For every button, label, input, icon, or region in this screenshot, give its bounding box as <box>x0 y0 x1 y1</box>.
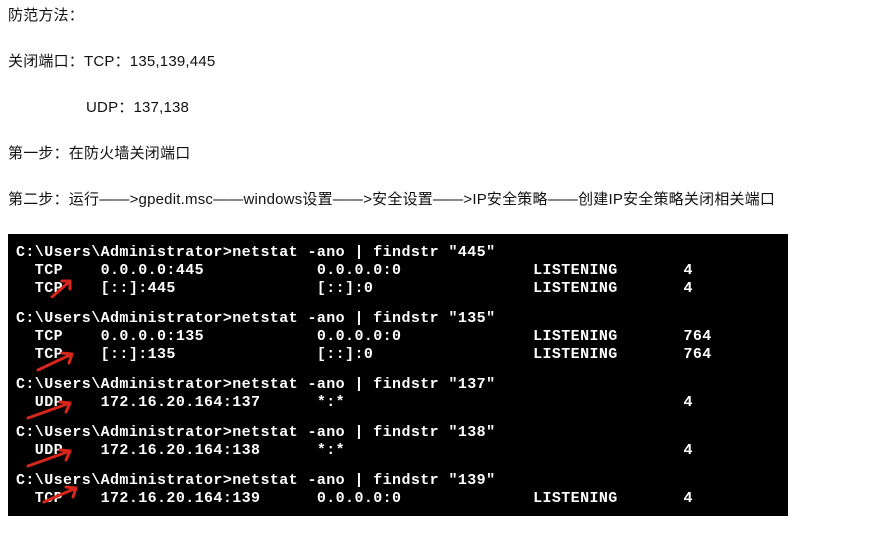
terminal-block-139: C:\Users\Administrator>netstat -ano | fi… <box>16 472 780 508</box>
step-2: 第二步：运行——>gpedit.msc——windows设置——>安全设置——>… <box>8 188 872 212</box>
step-1: 第一步：在防火墙关闭端口 <box>8 142 872 166</box>
close-ports-tcp: 关闭端口：TCP：135,139,445 <box>8 50 872 74</box>
terminal-screenshot: C:\Users\Administrator>netstat -ano | fi… <box>8 234 788 516</box>
terminal-row: TCP 172.16.20.164:139 0.0.0.0:0 LISTENIN… <box>16 490 780 508</box>
terminal-block-137: C:\Users\Administrator>netstat -ano | fi… <box>16 376 780 412</box>
terminal-cmd: C:\Users\Administrator>netstat -ano | fi… <box>16 376 780 394</box>
watermark: 知乎 @IDC陈 <box>768 531 866 552</box>
prevention-title: 防范方法： <box>8 4 872 28</box>
article-body: 防范方法： 关闭端口：TCP：135,139,445 UDP：137,138 第… <box>0 4 880 212</box>
terminal-cmd: C:\Users\Administrator>netstat -ano | fi… <box>16 472 780 490</box>
terminal-row: TCP 0.0.0.0:135 0.0.0.0:0 LISTENING 764 <box>16 328 780 346</box>
close-ports-udp: UDP：137,138 <box>8 96 872 120</box>
terminal-row: UDP 172.16.20.164:137 *:* 4 <box>16 394 780 412</box>
terminal-cmd: C:\Users\Administrator>netstat -ano | fi… <box>16 244 780 262</box>
terminal-block-138: C:\Users\Administrator>netstat -ano | fi… <box>16 424 780 460</box>
terminal-block-135: C:\Users\Administrator>netstat -ano | fi… <box>16 310 780 364</box>
terminal-cmd: C:\Users\Administrator>netstat -ano | fi… <box>16 424 780 442</box>
terminal-cmd: C:\Users\Administrator>netstat -ano | fi… <box>16 310 780 328</box>
terminal-row: UDP 172.16.20.164:138 *:* 4 <box>16 442 780 460</box>
terminal-block-445: C:\Users\Administrator>netstat -ano | fi… <box>16 244 780 298</box>
terminal-row: TCP [::]:445 [::]:0 LISTENING 4 <box>16 280 780 298</box>
terminal-row: TCP 0.0.0.0:445 0.0.0.0:0 LISTENING 4 <box>16 262 780 280</box>
terminal-row: TCP [::]:135 [::]:0 LISTENING 764 <box>16 346 780 364</box>
